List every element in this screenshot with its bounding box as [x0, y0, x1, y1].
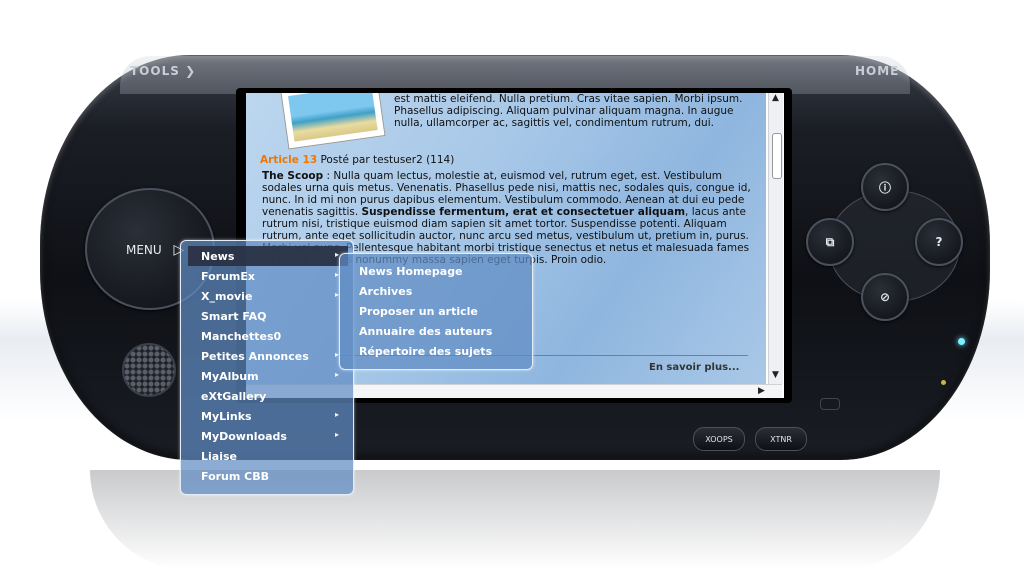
cancel-button[interactable]: ⊘: [861, 273, 909, 321]
submenu-item-4[interactable]: Répertoire des sujets: [359, 345, 492, 358]
menu-item-forumex[interactable]: ForumEx ▸: [201, 270, 346, 283]
chevron-right-icon: ▸: [335, 430, 340, 439]
scroll-right-icon[interactable]: ▶: [758, 386, 765, 396]
menu-button-label: MENU ▷: [126, 242, 184, 258]
menu-item-label: Liaise: [201, 450, 237, 463]
menu-item-liaise[interactable]: Liaise: [201, 450, 346, 463]
menu-item-myalbum[interactable]: MyAlbum ▸: [201, 370, 346, 383]
help-button[interactable]: ?: [915, 218, 963, 266]
tools-shoulder-button[interactable]: TOOLS ❯: [130, 64, 196, 78]
scroll-down-icon[interactable]: ▼: [772, 370, 779, 380]
menu-item-label: ForumEx: [201, 270, 255, 283]
speaker-slot: [820, 398, 840, 410]
scroll-thumb[interactable]: [772, 133, 782, 179]
chevron-right-icon: ▸: [335, 410, 340, 419]
analog-stick[interactable]: [122, 343, 176, 397]
menu-item-petites-annonces[interactable]: Petites Annonces ▸: [201, 350, 346, 363]
menu-label-text: MENU: [126, 243, 162, 257]
chevron-right-icon: ▸: [335, 370, 340, 379]
menu-item-label: eXtGallery: [201, 390, 267, 403]
vertical-scrollbar[interactable]: ▲ ▼: [768, 93, 783, 384]
article-link[interactable]: Article 13: [260, 154, 317, 166]
info-icon: ⓘ: [878, 180, 891, 195]
window-icon: ⧉: [825, 234, 835, 249]
menu-item-label: MyAlbum: [201, 370, 259, 383]
top-paragraph: est mattis eleifend. Nulla pretium. Cras…: [394, 93, 743, 129]
chevron-right-icon: ❯: [185, 64, 197, 78]
submenu-item-3[interactable]: Annuaire des auteurs: [359, 325, 492, 338]
menu-item-label: Petites Annonces: [201, 350, 309, 363]
menu-item-label: X_movie: [201, 290, 253, 303]
help-icon: ?: [935, 235, 943, 249]
menu-item-smart-faq[interactable]: Smart FAQ: [201, 310, 346, 323]
cancel-icon: ⊘: [879, 290, 891, 304]
submenu-item-2[interactable]: Proposer un article: [359, 305, 478, 318]
scroll-up-icon[interactable]: ▲: [772, 93, 779, 103]
menu-item-label: Forum CBB: [201, 470, 270, 483]
menu-item-news[interactable]: News ▸: [201, 250, 346, 263]
beach-image: [288, 93, 378, 142]
home-label: HOME: [855, 64, 900, 78]
window-button[interactable]: ⧉: [806, 218, 854, 266]
home-shoulder-button[interactable]: HOME: [855, 64, 899, 78]
menu-item-label: Smart FAQ: [201, 310, 267, 323]
menu-item-mydownloads[interactable]: MyDownloads ▸: [201, 430, 346, 443]
xtnr-button[interactable]: XTNR: [755, 427, 807, 451]
menu-item-x-movie[interactable]: X_movie ▸: [201, 290, 346, 303]
menu-item-label: News: [201, 250, 235, 263]
article-header: Article 13 Posté par testuser2 (114): [260, 154, 454, 166]
scoop-label: The Scoop: [262, 170, 324, 182]
body-bold: Suspendisse fermentum, erat et consectet…: [361, 206, 686, 218]
power-led-icon: [958, 338, 965, 345]
menu-item-manchettes0[interactable]: Manchettes0: [201, 330, 346, 343]
tools-label: TOOLS: [130, 64, 180, 78]
xoops-button[interactable]: XOOPS: [693, 427, 745, 451]
read-more-link[interactable]: En savoir plus...: [649, 362, 739, 374]
menu-item-extgallery[interactable]: eXtGallery: [201, 390, 346, 403]
menu-item-forum-cbb[interactable]: Forum CBB: [201, 470, 346, 483]
submenu-item-0[interactable]: News Homepage: [359, 265, 463, 278]
menu-item-mylinks[interactable]: MyLinks ▸: [201, 410, 346, 423]
submenu-item-1[interactable]: Archives: [359, 285, 412, 298]
xtnr-label: XTNR: [770, 434, 792, 444]
info-button[interactable]: ⓘ: [861, 163, 909, 211]
stamp-photo: [280, 93, 386, 150]
menu-item-label: Manchettes0: [201, 330, 282, 343]
menu-item-label: MyDownloads: [201, 430, 287, 443]
status-led-icon: [941, 380, 946, 385]
article-meta: Posté par testuser2 (114): [317, 154, 455, 166]
xoops-label: XOOPS: [705, 434, 733, 444]
menu-item-label: MyLinks: [201, 410, 252, 423]
